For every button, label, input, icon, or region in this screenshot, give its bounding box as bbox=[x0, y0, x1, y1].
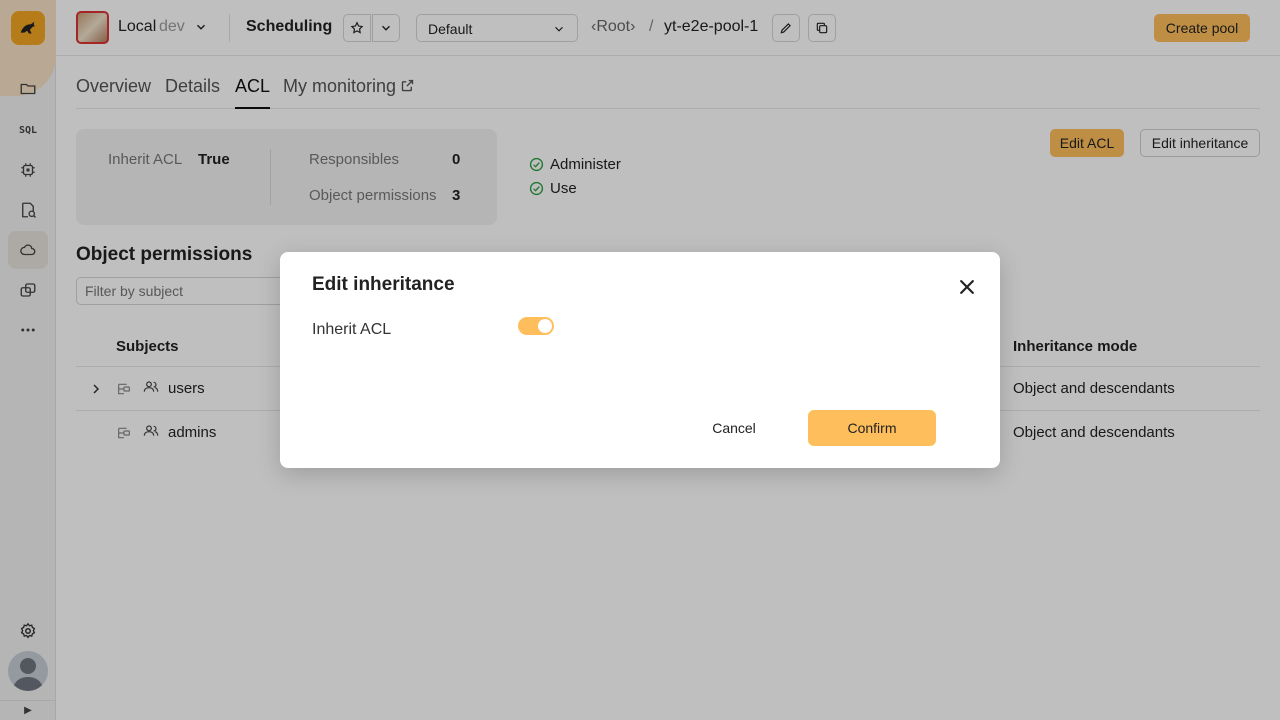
close-icon[interactable] bbox=[956, 276, 978, 298]
edit-inheritance-dialog: Edit inheritance Inherit ACL Cancel Conf… bbox=[280, 252, 1000, 468]
confirm-button[interactable]: Confirm bbox=[808, 410, 936, 446]
toggle-knob bbox=[538, 319, 552, 333]
dialog-title: Edit inheritance bbox=[312, 274, 455, 295]
inherit-acl-toggle[interactable] bbox=[518, 317, 554, 335]
inherit-acl-field-label: Inherit ACL bbox=[312, 321, 392, 338]
cancel-button[interactable]: Cancel bbox=[690, 410, 778, 446]
